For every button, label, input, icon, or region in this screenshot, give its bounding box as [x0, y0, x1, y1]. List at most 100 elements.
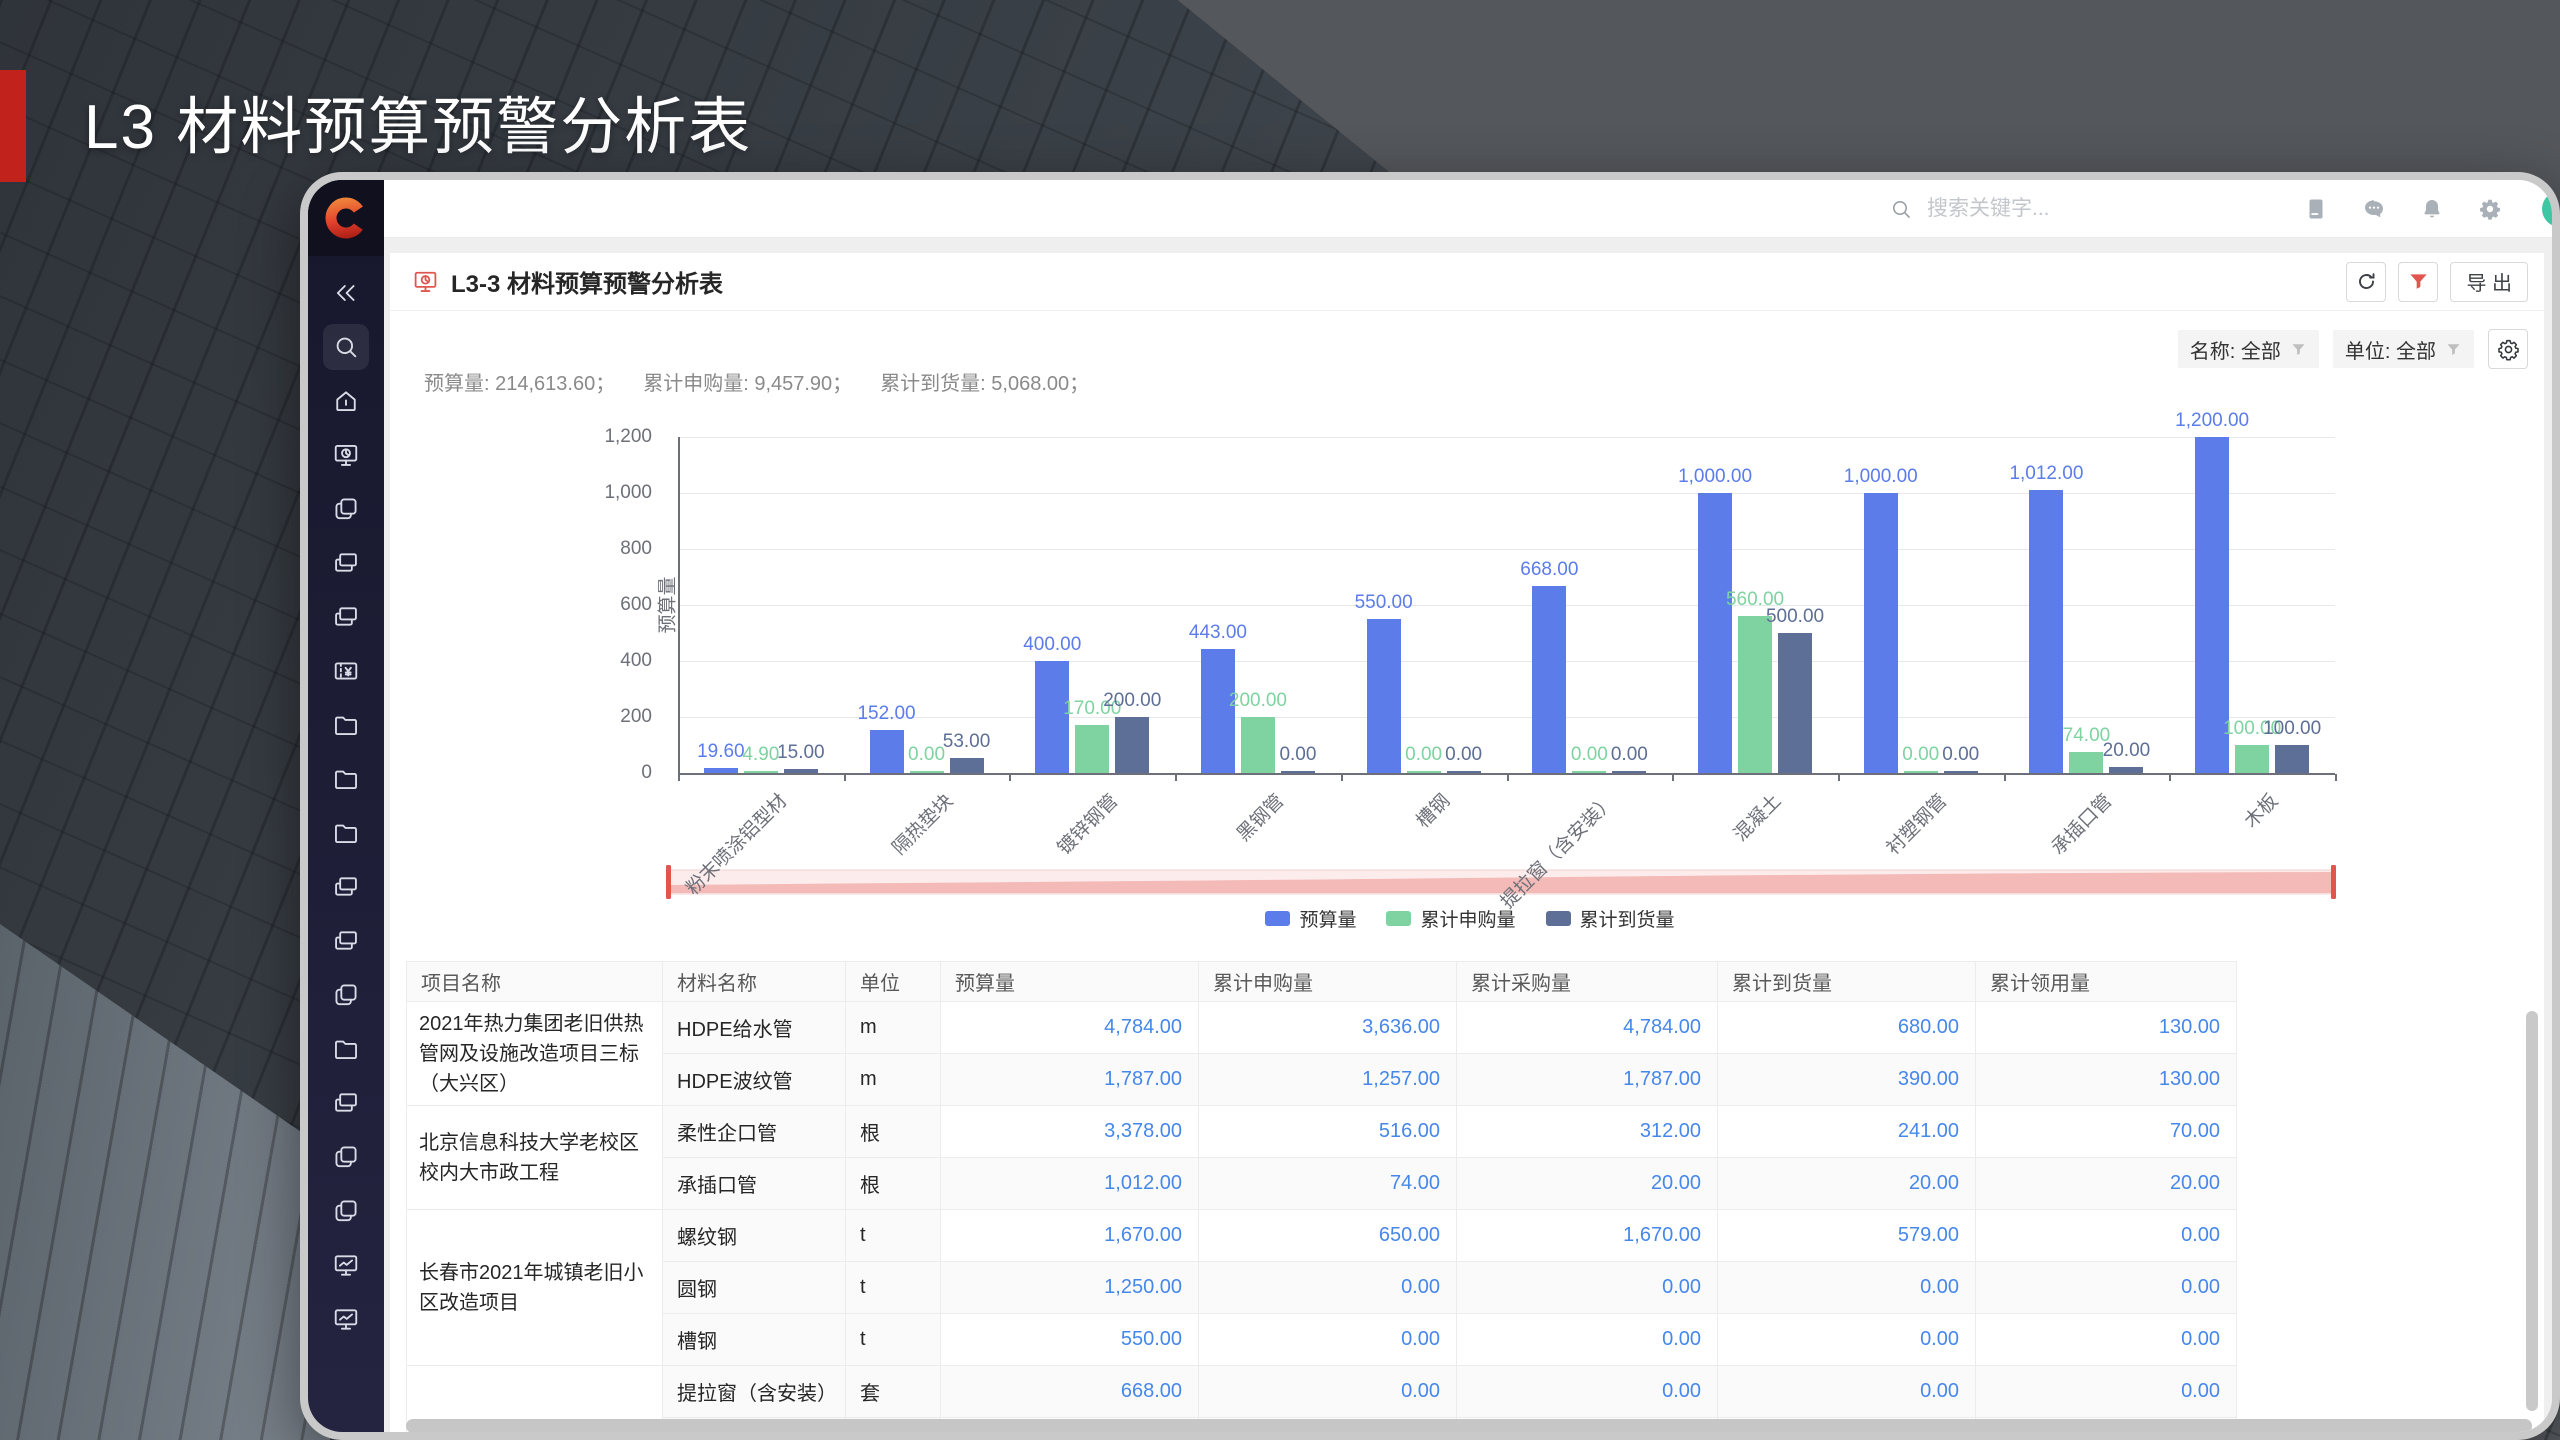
legend-swatch	[1386, 911, 1412, 926]
gridline	[678, 493, 2335, 494]
global-search[interactable]	[1889, 195, 2139, 222]
value-cell: 1,787.00	[940, 1053, 1199, 1106]
summary-requested: 累计申购量: 9,457.90；	[643, 373, 853, 395]
monitor-chart-icon	[332, 1305, 360, 1333]
export-button[interactable]: 导 出	[2450, 261, 2528, 302]
sidebar-item-windows-6[interactable]	[308, 590, 384, 644]
funnel-icon	[2290, 341, 2307, 358]
unit-cell: 根	[845, 1157, 941, 1210]
topbar	[384, 180, 2552, 238]
x-axis-label: 承插口管	[2048, 790, 2117, 860]
x-axis-tick-mark	[1837, 774, 1840, 781]
x-axis-tick-mark	[1506, 774, 1509, 781]
bar-预算量-混凝土	[1698, 493, 1733, 773]
sidebar-item-folder-14[interactable]	[308, 1022, 384, 1076]
gridline	[678, 661, 2335, 662]
x-axis-tick-mark	[843, 774, 846, 781]
bar-value-label: 1,200.00	[2175, 410, 2250, 431]
bar-value-label: 20.00	[2102, 740, 2151, 762]
bar-累计申购量-黑钢管	[1240, 717, 1275, 773]
legend-item-预算量[interactable]: 预算量	[1265, 905, 1356, 932]
unit-filter-chip[interactable]: 单位: 全部	[2332, 330, 2474, 368]
sidebar-item-copy-4[interactable]	[308, 482, 384, 536]
search-icon	[1889, 197, 1913, 221]
bar-预算量-衬塑钢管	[1863, 493, 1898, 773]
value-cell: 0.00	[1456, 1261, 1718, 1314]
report-title: L3-3 材料预算预警分析表	[451, 271, 724, 298]
copy-icon	[332, 1197, 360, 1225]
gear-icon[interactable]	[2478, 197, 2502, 221]
book-icon[interactable]	[2304, 197, 2328, 221]
bar-value-label: 4.90	[742, 743, 780, 765]
sidebar-item-monitor-chart-18[interactable]	[308, 1238, 384, 1292]
filter-funnel-icon	[2407, 270, 2430, 293]
bar-预算量-承插口管	[2029, 489, 2064, 773]
project-cell: 2021年热力集团老旧供热管网及设施改造项目三标（大兴区）	[406, 1001, 663, 1106]
bar-累计申购量-隔热垫块	[909, 770, 944, 773]
legend-item-累计申购量[interactable]: 累计申购量	[1386, 905, 1516, 932]
value-cell: 0.00	[1717, 1261, 1976, 1314]
value-cell: 70.00	[1975, 1105, 2237, 1158]
sidebar-item-windows-15[interactable]	[308, 1076, 384, 1130]
sidebar-item-home-2[interactable]	[308, 374, 384, 428]
sidebar-item-ticket-7[interactable]	[308, 644, 384, 698]
filter-button[interactable]	[2398, 261, 2439, 302]
summary-arrived: 累计到货量: 5,068.00；	[880, 373, 1090, 395]
table-header-row: 项目名称 材料名称 单位 预算量 累计申购量 累计采购量 累计到货量 累计领用量	[406, 961, 2237, 1002]
c-ring-logo-icon	[325, 197, 367, 239]
refresh-button[interactable]	[2346, 261, 2387, 302]
sidebar-item-folder-10[interactable]	[308, 806, 384, 860]
sidebar-item-windows-5[interactable]	[308, 536, 384, 590]
bar-value-label: 152.00	[857, 703, 916, 725]
chat-icon[interactable]	[2362, 197, 2386, 221]
windows-icon	[332, 873, 360, 901]
x-axis-tick-mark	[1340, 774, 1343, 781]
table-row: 北京信息科技大学老校区校内大市政工程 柔性企口管根 3,378.00 516.00 31…	[406, 1105, 2237, 1210]
column-header: 累计申购量	[1198, 961, 1457, 1002]
unit-cell: t	[845, 1261, 941, 1314]
column-header: 累计采购量	[1456, 961, 1718, 1002]
value-cell: 579.00	[1717, 1209, 1976, 1262]
legend-item-累计到货量[interactable]: 累计到货量	[1545, 905, 1675, 932]
sidebar-item-folder-9[interactable]	[308, 752, 384, 806]
y-axis-title: 预算量	[657, 576, 679, 634]
sidebar-item-windows-12[interactable]	[308, 914, 384, 968]
folder-icon	[332, 711, 360, 739]
bell-icon[interactable]	[2420, 197, 2444, 221]
sidebar-item-copy-16[interactable]	[308, 1130, 384, 1184]
sidebar-item-monitor-pie-3[interactable]	[308, 428, 384, 482]
value-cell: 1,670.00	[1456, 1209, 1718, 1262]
filter-chips: 名称: 全部 单位: 全部	[2177, 329, 2528, 369]
summary-budget: 预算量: 214,613.60；	[424, 373, 616, 395]
y-axis-tick: 400	[620, 650, 652, 671]
bar-累计申购量-粉末喷涂铝型材	[743, 770, 778, 773]
sidebar-item-copy-17[interactable]	[308, 1184, 384, 1238]
sidebar-item-folder-8[interactable]	[308, 698, 384, 752]
sidebar-item-copy-13[interactable]	[308, 968, 384, 1022]
gear-icon	[2497, 338, 2520, 361]
value-cell: 312.00	[1456, 1105, 1718, 1158]
search-input[interactable]	[1925, 195, 2139, 222]
legend-label: 累计申购量	[1420, 910, 1516, 931]
horizontal-scrollbar[interactable]	[406, 1419, 2532, 1432]
datazoom-handle-right	[2331, 865, 2336, 899]
home-icon	[332, 387, 360, 415]
x-axis-label: 槽钢	[1412, 790, 1455, 833]
ticket-icon	[332, 657, 360, 685]
bar-累计到货量-槽钢	[1446, 770, 1481, 773]
sidebar-item-search-1[interactable]	[308, 320, 384, 374]
vertical-scrollbar[interactable]	[2526, 1011, 2538, 1411]
sidebar-item-collapse-0[interactable]	[308, 266, 384, 320]
name-filter-chip[interactable]: 名称: 全部	[2177, 330, 2319, 368]
column-settings-button[interactable]	[2488, 329, 2528, 369]
windows-icon	[332, 603, 360, 631]
sidebar-item-windows-11[interactable]	[308, 860, 384, 914]
value-cell: 4,784.00	[940, 1001, 1199, 1054]
app-logo[interactable]	[308, 180, 384, 256]
sidebar-item-monitor-chart-19[interactable]	[308, 1292, 384, 1346]
bar-value-label: 100.00	[2263, 718, 2322, 739]
report-chart-icon	[412, 268, 439, 295]
bar-预算量-槽钢	[1366, 619, 1401, 773]
unit-filter-label: 单位: 全部	[2344, 340, 2436, 363]
funnel-icon	[2445, 341, 2462, 358]
